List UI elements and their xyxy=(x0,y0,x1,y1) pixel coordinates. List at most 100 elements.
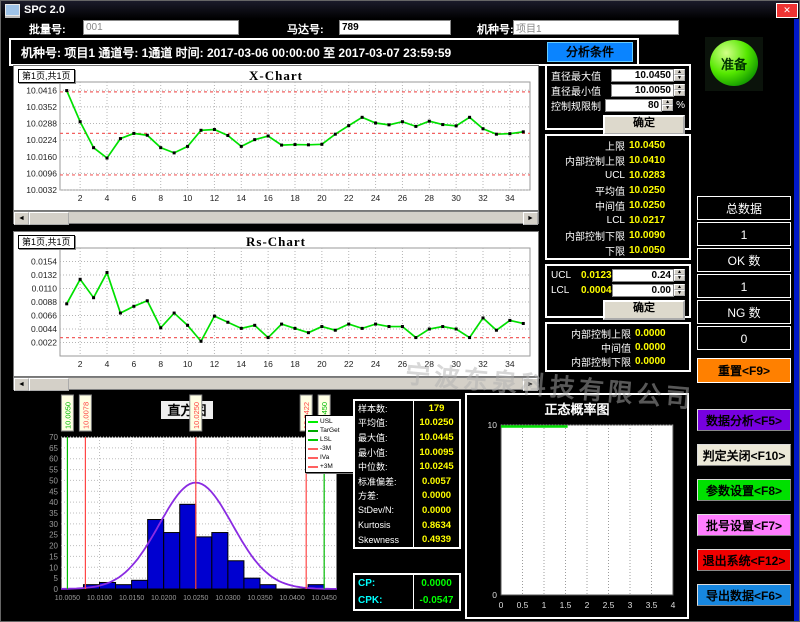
svg-text:1.5: 1.5 xyxy=(560,600,572,610)
ready-button[interactable]: 准备 xyxy=(710,40,758,86)
param-label: 直径最大值 xyxy=(551,68,611,83)
control-limits-box: 上限10.0450内部控制上限10.0410UCL10.0283平均值10.02… xyxy=(545,134,691,260)
svg-text:30: 30 xyxy=(451,359,461,369)
svg-text:10.0450: 10.0450 xyxy=(312,595,337,602)
spinner-value[interactable]: 0.00 xyxy=(612,284,674,297)
stats-label: 标准偏差: xyxy=(355,474,414,489)
stats-row: CPK:-0.0547 xyxy=(355,592,459,609)
svg-text:32: 32 xyxy=(478,193,488,203)
analysis-info-bar: 机种号: 项目1 通道号: 1通道 时间: 2017-03-06 00:00:0… xyxy=(9,38,639,66)
spinner-buttons[interactable]: ▲▼ xyxy=(662,99,673,112)
param-label: 内部控制下限 xyxy=(551,354,635,369)
svg-text:10.0200: 10.0200 xyxy=(151,595,176,602)
reset-button[interactable]: 重置<F9> xyxy=(697,358,791,383)
stats-row: CP:0.0000 xyxy=(355,575,459,592)
legend-swatch-icon xyxy=(308,448,318,450)
svg-text:35: 35 xyxy=(49,509,58,518)
cp-cpk-panel: CP:0.0000CPK:-0.0547 xyxy=(353,573,461,611)
param-value: 10.0050 xyxy=(629,245,685,256)
svg-text:12: 12 xyxy=(210,193,220,203)
close-button[interactable]: ✕ xyxy=(776,3,798,18)
counter-value: 0 xyxy=(697,326,791,350)
scroll-left-icon[interactable]: ◄ xyxy=(14,378,29,391)
svg-text:22: 22 xyxy=(344,193,354,203)
confirm-button[interactable]: 确定 xyxy=(603,115,685,135)
svg-text:60: 60 xyxy=(49,455,58,464)
legend-swatch-icon xyxy=(308,421,318,423)
svg-text:10.0150: 10.0150 xyxy=(119,595,144,602)
svg-text:20: 20 xyxy=(317,193,327,203)
param-row: 内部控制下限0.0000 xyxy=(551,354,685,368)
spinner-down-icon[interactable]: ▼ xyxy=(674,290,685,296)
spinner-buttons[interactable]: ▲▼ xyxy=(674,84,685,97)
value-spinner[interactable]: 0.24▲▼ xyxy=(612,269,685,282)
svg-text:15: 15 xyxy=(49,552,58,561)
rs-chart-scrollbar[interactable]: ◄ ► xyxy=(13,377,539,390)
titlebar: SPC 2.0 ✕ xyxy=(1,1,800,19)
svg-text:10.0078: 10.0078 xyxy=(81,402,90,429)
legend-item: +3M xyxy=(308,462,352,471)
spinner-down-icon[interactable]: ▼ xyxy=(674,75,685,81)
action-button[interactable]: 数据分析<F5> xyxy=(697,409,791,431)
value-spinner[interactable]: 10.0050▲▼ xyxy=(611,84,685,97)
stats-row: Skewness0.4939 xyxy=(355,532,459,547)
svg-text:10.0050: 10.0050 xyxy=(63,402,72,429)
value-spinner[interactable]: 0.00▲▼ xyxy=(612,284,685,297)
scrollbar-thumb[interactable] xyxy=(29,378,69,391)
stats-row: 最大值:10.0445 xyxy=(355,430,459,445)
spinner-value[interactable]: 10.0050 xyxy=(611,84,674,97)
action-button[interactable]: 批号设置<F7> xyxy=(697,514,791,536)
svg-text:16: 16 xyxy=(263,193,273,203)
param-label: 内部控制上限 xyxy=(551,326,635,341)
stats-value: 10.0095 xyxy=(414,447,459,458)
stats-row: 最小值:10.0095 xyxy=(355,445,459,460)
svg-text:34: 34 xyxy=(505,359,515,369)
spinner-value[interactable]: 10.0450 xyxy=(611,69,674,82)
scroll-right-icon[interactable]: ► xyxy=(523,212,538,225)
stats-label: StDev/N: xyxy=(355,503,414,518)
spinner-down-icon[interactable]: ▼ xyxy=(674,275,685,281)
param-row: 控制规限制80▲▼% xyxy=(551,98,685,113)
spinner-down-icon[interactable]: ▼ xyxy=(662,105,673,111)
internal-control-box: 内部控制上限0.0000中间值0.0000内部控制下限0.0000 xyxy=(545,322,691,372)
spinner-value[interactable]: 0.24 xyxy=(612,269,674,282)
value-spinner[interactable]: 80▲▼ xyxy=(605,99,673,112)
spinner-value[interactable]: 80 xyxy=(605,99,662,112)
scroll-left-icon[interactable]: ◄ xyxy=(14,212,29,225)
scroll-right-icon[interactable]: ► xyxy=(523,378,538,391)
rs-chart: 0.01540.01320.01100.00880.00660.00440.00… xyxy=(14,232,538,376)
motor-input[interactable] xyxy=(339,20,451,35)
spinner-down-icon[interactable]: ▼ xyxy=(674,90,685,96)
param-row: 中间值10.0250 xyxy=(551,198,685,213)
spinner-buttons[interactable]: ▲▼ xyxy=(674,284,685,297)
batch-input[interactable] xyxy=(83,20,239,35)
confirm-button[interactable]: 确定 xyxy=(603,300,685,320)
stats-label: Kurtosis xyxy=(355,518,414,533)
spinner-buttons[interactable]: ▲▼ xyxy=(674,269,685,282)
stats-label: 最小值: xyxy=(355,445,414,460)
action-button[interactable]: 导出数据<F6> xyxy=(697,584,791,606)
svg-text:10: 10 xyxy=(183,193,193,203)
param-value: 10.0450 xyxy=(629,140,685,151)
x-chart-scrollbar[interactable]: ◄ ► xyxy=(13,211,539,224)
machine-input[interactable] xyxy=(513,20,679,35)
spinner-buttons[interactable]: ▲▼ xyxy=(674,69,685,82)
analysis-condition-button[interactable]: 分析条件 xyxy=(547,42,633,62)
svg-text:10.0352: 10.0352 xyxy=(26,102,57,112)
svg-text:0.0132: 0.0132 xyxy=(31,270,57,280)
svg-text:5: 5 xyxy=(54,574,59,583)
svg-text:4: 4 xyxy=(105,359,110,369)
svg-text:2.5: 2.5 xyxy=(603,600,615,610)
action-button[interactable]: 判定关闭<F10> xyxy=(697,444,791,466)
action-button[interactable]: 参数设置<F8> xyxy=(697,479,791,501)
action-button[interactable]: 退出系统<F12> xyxy=(697,549,791,571)
scrollbar-thumb[interactable] xyxy=(29,212,69,225)
app-icon xyxy=(5,4,20,16)
param-row: LCL10.0217 xyxy=(551,213,685,228)
svg-text:10.0050: 10.0050 xyxy=(55,595,80,602)
param-suffix: % xyxy=(676,100,685,111)
svg-text:0.0088: 0.0088 xyxy=(31,297,57,307)
value-spinner[interactable]: 10.0450▲▼ xyxy=(611,69,685,82)
svg-text:70: 70 xyxy=(49,433,58,442)
param-value: 0.0000 xyxy=(635,328,685,339)
